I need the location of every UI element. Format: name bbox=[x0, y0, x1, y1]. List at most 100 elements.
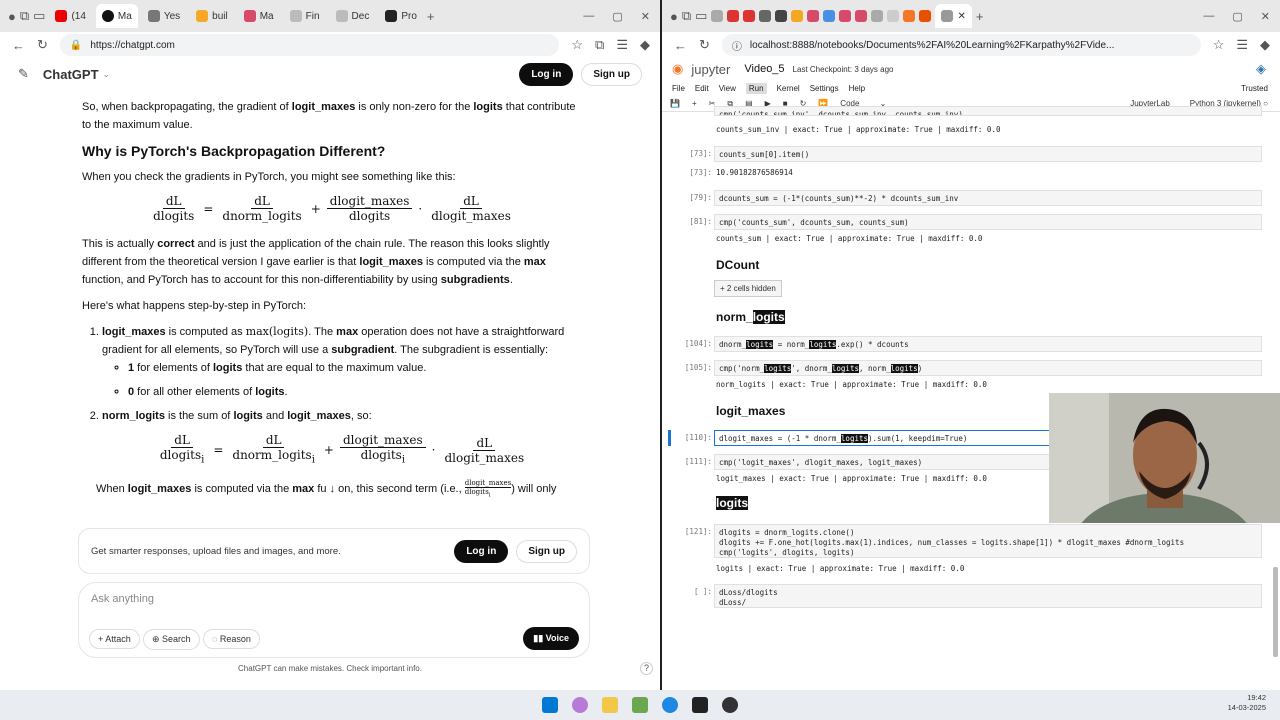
terminal-icon[interactable] bbox=[692, 697, 708, 713]
close-tab-icon[interactable]: ✕ bbox=[957, 11, 965, 22]
prompt-box[interactable]: Ask anything + Attach ⊕ Search ◌ Reason … bbox=[78, 582, 590, 658]
copilot-icon[interactable]: ◆ bbox=[640, 37, 660, 53]
attach-button[interactable]: + Attach bbox=[89, 629, 140, 649]
menu-edit[interactable]: Edit bbox=[695, 84, 709, 93]
tab-chatgpt[interactable]: Ma bbox=[95, 4, 138, 28]
disclaimer: ChatGPT can make mistakes. Check importa… bbox=[238, 664, 422, 673]
minimize-icon[interactable]: — bbox=[1203, 10, 1214, 23]
site-icon[interactable] bbox=[775, 10, 788, 22]
site-icon[interactable] bbox=[823, 10, 836, 22]
minimize-icon[interactable]: — bbox=[583, 10, 594, 23]
markdown-heading: DCount bbox=[716, 258, 760, 272]
back-icon[interactable]: ← bbox=[674, 38, 687, 53]
copilot-app-icon[interactable] bbox=[572, 697, 588, 713]
site-icon[interactable] bbox=[743, 10, 756, 22]
file-explorer-icon[interactable] bbox=[602, 697, 618, 713]
banner-login-button[interactable]: Log in bbox=[454, 539, 509, 563]
site-icon[interactable] bbox=[791, 10, 804, 22]
tab-strip: ● ⧉ ▭ (14 Ma Yes buil Ma Fin Dec Pro + —… bbox=[0, 0, 660, 32]
site-icon[interactable] bbox=[807, 10, 820, 22]
site-icon[interactable] bbox=[919, 10, 932, 22]
tab-youtube[interactable]: (14 bbox=[49, 4, 91, 28]
menu-view[interactable]: View bbox=[719, 84, 736, 93]
address-bar: ← ↻ ⓘ localhost:8888/notebooks/Documents%… bbox=[662, 32, 1280, 58]
new-tab-icon[interactable]: + bbox=[427, 9, 435, 24]
obs-icon[interactable] bbox=[722, 697, 738, 713]
app-icon[interactable] bbox=[632, 697, 648, 713]
reason-button[interactable]: ◌ Reason bbox=[203, 629, 260, 649]
app-title[interactable]: ChatGPT bbox=[43, 67, 99, 82]
reload-icon[interactable]: ↻ bbox=[37, 37, 48, 53]
site-icon[interactable] bbox=[839, 10, 852, 22]
jupyter-logo-icon: ◉ bbox=[672, 61, 684, 76]
site-icon bbox=[335, 10, 348, 22]
site-icon[interactable] bbox=[727, 10, 740, 22]
site-icon[interactable] bbox=[855, 10, 868, 22]
list-item: 0 for all other elements of logits. bbox=[128, 383, 582, 401]
workspaces-icon[interactable]: ⧉ bbox=[20, 8, 29, 24]
maximize-icon[interactable]: ▢ bbox=[612, 10, 622, 23]
edge-icon[interactable] bbox=[662, 697, 678, 713]
menu-help[interactable]: Help bbox=[849, 84, 865, 93]
start-icon[interactable] bbox=[542, 697, 558, 713]
site-icon[interactable] bbox=[887, 10, 900, 22]
workspaces-icon[interactable]: ⧉ bbox=[682, 8, 691, 24]
equation: dL dlogitsi = dL dnorm_logitsi + dlogit_maxe… bbox=[159, 433, 525, 466]
tab-dec[interactable]: Dec bbox=[330, 4, 376, 28]
back-icon[interactable]: ← bbox=[12, 38, 25, 53]
jupyter-icon[interactable] bbox=[903, 10, 916, 22]
help-button[interactable]: ? bbox=[640, 662, 653, 675]
copilot-icon[interactable]: ◆ bbox=[1260, 37, 1280, 53]
extensions-icon[interactable]: ⧉ bbox=[595, 37, 604, 53]
url-field[interactable]: 🔒 https://chatgpt.com bbox=[59, 34, 560, 56]
profile-icon[interactable]: ● bbox=[8, 9, 16, 24]
prompt-input[interactable]: Ask anything bbox=[91, 593, 154, 605]
menu-file[interactable]: File bbox=[672, 84, 685, 93]
system-clock[interactable]: 19:42 14-03-2025 bbox=[1228, 693, 1266, 713]
favorites-icon[interactable]: ☰ bbox=[1236, 37, 1248, 53]
star-icon[interactable]: ☆ bbox=[1213, 37, 1225, 53]
new-chat-icon[interactable]: ✎ bbox=[18, 66, 29, 82]
reload-icon[interactable]: ↻ bbox=[699, 37, 710, 53]
close-icon[interactable]: ✕ bbox=[641, 10, 650, 23]
tab-pro[interactable]: Pro bbox=[379, 4, 423, 28]
notebook-title[interactable]: Video_5 bbox=[744, 63, 784, 75]
tab-actions-icon[interactable]: ▭ bbox=[695, 8, 707, 24]
add-cell-icon[interactable]: + bbox=[692, 99, 697, 108]
menu-settings[interactable]: Settings bbox=[810, 84, 839, 93]
url-field[interactable]: ⓘ localhost:8888/notebooks/Documents%2FAI… bbox=[721, 34, 1201, 56]
voice-button[interactable]: ▮▮ Voice bbox=[523, 627, 579, 650]
tab-strip: ● ⧉ ▭ ✕ + — ▢ ✕ bbox=[662, 0, 1280, 32]
menu-kernel[interactable]: Kernel bbox=[777, 84, 800, 93]
tab-active[interactable]: ✕ bbox=[935, 4, 972, 28]
site-icon[interactable] bbox=[711, 10, 724, 22]
maximize-icon[interactable]: ▢ bbox=[1232, 10, 1242, 23]
tab-find[interactable]: Fin bbox=[284, 4, 326, 28]
site-icon[interactable] bbox=[871, 10, 884, 22]
search-button[interactable]: ⊕ Search bbox=[143, 629, 200, 650]
hidden-cells-button[interactable]: + 2 cells hidden bbox=[714, 280, 782, 297]
favorites-icon[interactable]: ☰ bbox=[616, 37, 628, 53]
star-icon[interactable]: ☆ bbox=[571, 37, 583, 53]
signup-banner: Get smarter responses, upload files and … bbox=[78, 528, 590, 574]
menu-run[interactable]: Run bbox=[745, 82, 767, 94]
tab-ma[interactable]: Ma bbox=[238, 4, 280, 28]
profile-icon[interactable]: ● bbox=[670, 9, 678, 24]
signup-button[interactable]: Sign up bbox=[581, 62, 642, 86]
banner-signup-button[interactable]: Sign up bbox=[516, 539, 577, 563]
scrollbar-thumb[interactable] bbox=[1273, 567, 1278, 657]
save-icon[interactable]: 💾 bbox=[670, 99, 680, 108]
site-icon bbox=[941, 10, 954, 22]
login-button[interactable]: Log in bbox=[519, 62, 574, 86]
scroll-down-icon[interactable]: ↓ bbox=[327, 483, 339, 495]
jupyter-browser-window: ● ⧉ ▭ ✕ + — ▢ ✕ ← ↻ ⓘ localhost:8888/notebo… bbox=[662, 0, 1280, 690]
trusted-badge[interactable]: Trusted bbox=[1241, 84, 1280, 93]
tab-actions-icon[interactable]: ▭ bbox=[33, 8, 45, 24]
new-tab-icon[interactable]: + bbox=[976, 9, 984, 24]
close-icon[interactable]: ✕ bbox=[1261, 10, 1270, 23]
equation: dL dlogits = dL dnorm_logits + dlogit_maxes d… bbox=[153, 194, 511, 223]
site-icon[interactable] bbox=[759, 10, 772, 22]
tab-yes[interactable]: Yes bbox=[142, 4, 186, 28]
chevron-down-icon[interactable]: ⌄ bbox=[103, 69, 111, 80]
tab-build[interactable]: buil bbox=[190, 4, 234, 28]
